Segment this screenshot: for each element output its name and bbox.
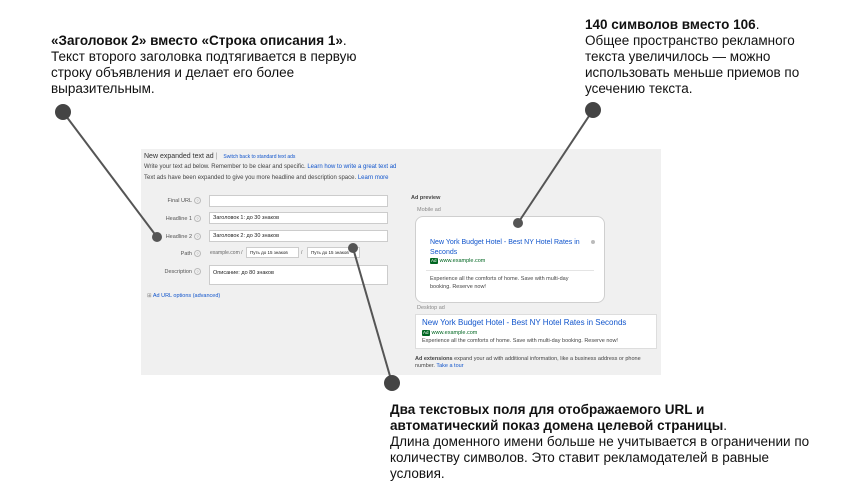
connector-end — [513, 218, 523, 228]
connector-end — [348, 243, 358, 253]
connector-line — [517, 109, 594, 224]
connector-end — [152, 232, 162, 242]
connector-line — [62, 111, 158, 238]
annotation-connectors — [55, 102, 601, 391]
connector-dot — [384, 375, 400, 391]
connector-dot — [55, 104, 71, 120]
connector-line — [352, 247, 393, 384]
connector-dot — [585, 102, 601, 118]
